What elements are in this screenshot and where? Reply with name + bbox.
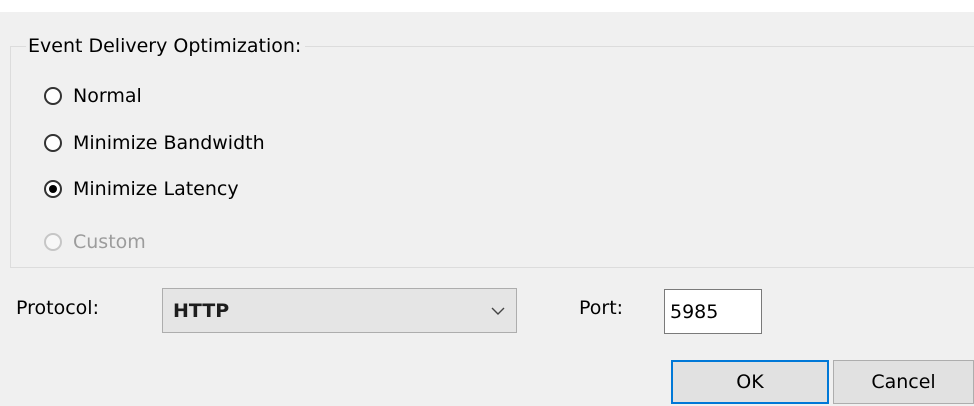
radio-minimize-latency[interactable]: Minimize Latency bbox=[44, 175, 239, 203]
protocol-label: Protocol: bbox=[16, 297, 99, 319]
radio-custom-label: Custom bbox=[73, 231, 146, 253]
port-label: Port: bbox=[579, 297, 624, 319]
radio-custom: Custom bbox=[44, 228, 146, 256]
cancel-button[interactable]: Cancel bbox=[833, 360, 974, 404]
event-delivery-group bbox=[10, 46, 974, 268]
radio-normal-indicator bbox=[44, 87, 62, 105]
radio-normal-label: Normal bbox=[73, 85, 142, 107]
radio-minimize-latency-indicator bbox=[44, 180, 62, 198]
chevron-down-icon bbox=[491, 307, 505, 315]
port-value: 5985 bbox=[670, 301, 719, 323]
radio-custom-indicator bbox=[44, 233, 62, 251]
group-title: Event Delivery Optimization: bbox=[26, 34, 306, 58]
ok-button[interactable]: OK bbox=[671, 360, 829, 404]
top-strip bbox=[0, 0, 974, 12]
radio-minimize-latency-label: Minimize Latency bbox=[73, 178, 239, 200]
protocol-value: HTTP bbox=[173, 300, 230, 322]
radio-minimize-bandwidth-label: Minimize Bandwidth bbox=[73, 132, 265, 154]
radio-minimize-bandwidth[interactable]: Minimize Bandwidth bbox=[44, 129, 265, 157]
port-input[interactable]: 5985 bbox=[664, 289, 762, 334]
radio-minimize-bandwidth-indicator bbox=[44, 134, 62, 152]
radio-normal[interactable]: Normal bbox=[44, 82, 142, 110]
protocol-dropdown[interactable]: HTTP bbox=[162, 288, 517, 333]
